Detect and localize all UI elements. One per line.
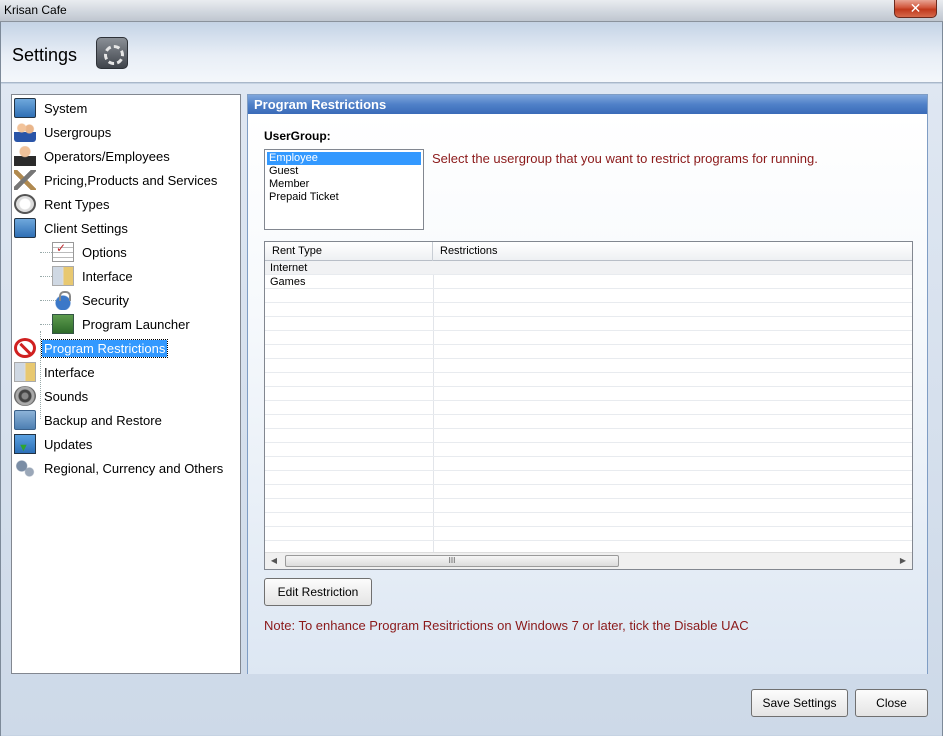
tree-item-regional[interactable]: Regional, Currency and Others — [14, 458, 225, 478]
table-row[interactable]: Games — [265, 275, 912, 289]
empty-row — [265, 527, 912, 541]
tree-item-pricing[interactable]: Pricing,Products and Services — [14, 170, 219, 190]
empty-row — [265, 345, 912, 359]
usergroup-label: UserGroup: — [264, 129, 331, 143]
tree-item-program-restrictions[interactable]: Program Restrictions — [14, 338, 169, 358]
tree-item-label: Interface — [44, 364, 95, 380]
tree-item-label: Regional, Currency and Others — [44, 460, 224, 476]
grid-header: Rent Type Restrictions — [265, 242, 912, 261]
empty-row — [265, 303, 912, 317]
tree-item-label: Client Settings — [44, 220, 128, 236]
monitor-icon — [14, 98, 36, 118]
empty-row — [265, 289, 912, 303]
tree-item-label: Options — [82, 244, 127, 260]
empty-row — [265, 429, 912, 443]
clock-icon — [14, 194, 36, 214]
empty-row — [265, 513, 912, 527]
scroll-thumb[interactable]: III — [285, 555, 619, 567]
tree-item-sounds[interactable]: Sounds — [14, 386, 90, 406]
tree-item-label: Program Launcher — [82, 316, 190, 332]
empty-row — [265, 443, 912, 457]
tree-item-label: Operators/Employees — [44, 148, 170, 164]
usergroup-option[interactable]: Prepaid Ticket — [267, 191, 421, 204]
interface-icon — [14, 362, 36, 382]
tree-item-label: Program Restrictions — [40, 338, 169, 358]
tools-icon — [14, 170, 36, 190]
tree-item-label: Sounds — [44, 388, 89, 404]
cell-rent-type: Internet — [270, 262, 308, 274]
person-icon — [14, 146, 36, 166]
usergroup-option[interactable]: Employee — [267, 152, 421, 165]
program-restrictions-panel: Program Restrictions UserGroup: Employee… — [247, 94, 928, 674]
empty-row — [265, 359, 912, 373]
tree-item-label: Updates — [44, 436, 93, 452]
tree-item-updates[interactable]: Updates — [14, 434, 94, 454]
horizontal-scrollbar[interactable]: ◀ III ▶ — [265, 552, 912, 569]
scroll-right-icon[interactable]: ▶ — [897, 555, 909, 567]
uac-note: Note: To enhance Program Resitrictions o… — [264, 618, 749, 633]
settings-header: Settings — [1, 23, 942, 83]
tree-item-client-interface[interactable]: Interface — [52, 266, 135, 286]
tree-item-rent-types[interactable]: Rent Types — [14, 194, 112, 214]
tree-item-label: Backup and Restore — [44, 412, 162, 428]
tree-item-usergroups[interactable]: Usergroups — [14, 122, 113, 142]
tree-item-security[interactable]: Security — [52, 290, 131, 310]
page-title: Settings — [12, 45, 78, 65]
close-button[interactable]: Close — [855, 689, 928, 717]
usergroup-hint: Select the usergroup that you want to re… — [432, 151, 818, 166]
tree-item-options[interactable]: Options — [52, 241, 129, 262]
settings-tree: System Usergroups Operators/Employees Pr… — [11, 94, 241, 674]
restrictions-grid[interactable]: Rent Type Restrictions Internet Games ◀ … — [264, 241, 913, 570]
empty-row — [265, 387, 912, 401]
people-icon — [14, 122, 36, 142]
close-icon: ✕ — [909, 0, 922, 16]
tree-item-interface[interactable]: Interface — [14, 362, 97, 382]
empty-row — [265, 485, 912, 499]
speaker-icon — [14, 386, 36, 406]
tree-item-label: Pricing,Products and Services — [44, 172, 218, 188]
empty-row — [265, 331, 912, 345]
empty-row — [265, 317, 912, 331]
tree-item-operators[interactable]: Operators/Employees — [14, 146, 172, 166]
empty-row — [265, 471, 912, 485]
usergroup-list[interactable]: Employee Guest Member Prepaid Ticket — [264, 149, 424, 230]
monitor-icon — [14, 218, 36, 238]
empty-row — [265, 401, 912, 415]
usergroup-option[interactable]: Member — [267, 178, 421, 191]
window-close-button[interactable]: ✕ — [894, 0, 937, 18]
tree-item-label: Security — [82, 292, 129, 308]
empty-row — [265, 415, 912, 429]
interface-icon — [52, 266, 74, 286]
scroll-left-icon[interactable]: ◀ — [268, 555, 280, 567]
panel-title: Program Restrictions — [248, 95, 927, 114]
lock-icon — [52, 290, 74, 310]
tree-item-backup[interactable]: Backup and Restore — [14, 410, 164, 430]
tree-item-label: Interface — [82, 268, 133, 284]
cell-rent-type: Games — [270, 276, 306, 288]
column-header-restrictions[interactable]: Restrictions — [433, 242, 912, 261]
empty-row — [265, 457, 912, 471]
tree-item-label: System — [44, 100, 88, 116]
window-title: Krisan Cafe — [4, 3, 67, 17]
tree-item-program-launcher[interactable]: Program Launcher — [52, 314, 192, 334]
usergroup-option[interactable]: Guest — [267, 165, 421, 178]
edit-restriction-button[interactable]: Edit Restriction — [264, 578, 372, 606]
tree-item-client-settings[interactable]: Client Settings — [14, 218, 130, 238]
table-row[interactable]: Internet — [265, 261, 912, 275]
tree-item-system[interactable]: System — [14, 98, 89, 118]
empty-row — [265, 499, 912, 513]
options-icon — [52, 241, 74, 262]
settings-gear-icon — [96, 37, 128, 69]
column-header-rent-type[interactable]: Rent Type — [265, 242, 433, 261]
updates-icon — [14, 434, 36, 454]
no-entry-icon — [14, 338, 36, 358]
gears-icon — [14, 458, 36, 478]
folder-icon — [14, 410, 36, 430]
tree-item-label: Usergroups — [44, 124, 112, 140]
save-settings-button[interactable]: Save Settings — [751, 689, 848, 717]
tree-item-label: Rent Types — [44, 196, 110, 212]
window-titlebar: Krisan Cafe ✕ — [0, 0, 943, 22]
empty-row — [265, 373, 912, 387]
launcher-icon — [52, 314, 74, 334]
